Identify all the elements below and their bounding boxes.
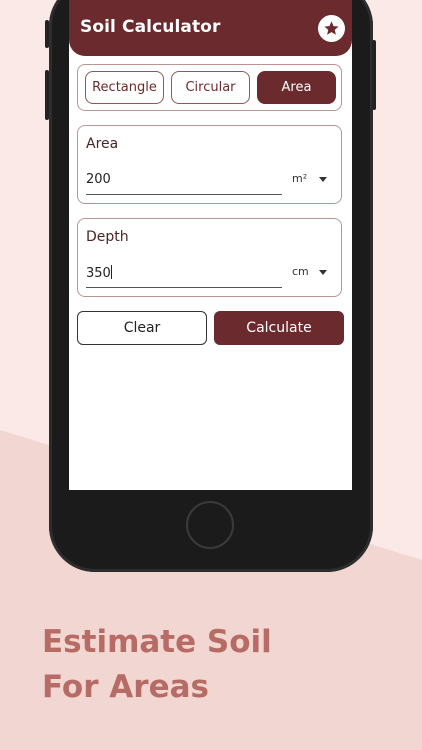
depth-unit-select[interactable]: cm: [292, 265, 309, 278]
app-bar: Soil Calculator: [69, 0, 352, 56]
area-input-underline: [86, 194, 282, 195]
phone-side-button: [372, 40, 376, 110]
headline-line-2: For Areas: [42, 669, 209, 705]
area-input[interactable]: 200: [86, 172, 111, 187]
shape-tabs: Rectangle Circular Area: [77, 64, 342, 111]
app-title: Soil Calculator: [80, 17, 221, 37]
headline-line-1: Estimate Soil: [42, 624, 272, 660]
tab-area[interactable]: Area: [257, 71, 336, 104]
promo-headline: Estimate Soil For Areas: [42, 620, 272, 710]
clear-button[interactable]: Clear: [77, 311, 207, 345]
tab-rectangle[interactable]: Rectangle: [85, 71, 164, 104]
area-label: Area: [86, 136, 119, 152]
depth-input-wrap[interactable]: 350: [86, 265, 112, 281]
depth-input[interactable]: 350: [86, 266, 111, 281]
star-icon: [324, 21, 339, 35]
depth-card: Depth 350 cm: [77, 218, 342, 297]
phone-side-button: [45, 70, 49, 120]
area-unit-select[interactable]: m²: [292, 172, 307, 185]
calculate-button[interactable]: Calculate: [214, 311, 344, 345]
depth-label: Depth: [86, 229, 129, 245]
phone-side-button: [45, 20, 49, 48]
home-button[interactable]: [186, 501, 234, 549]
favorite-button[interactable]: [318, 15, 345, 42]
text-cursor: [110, 265, 112, 279]
area-card: Area 200 m²: [77, 125, 342, 204]
tab-circular[interactable]: Circular: [171, 71, 250, 104]
chevron-down-icon[interactable]: [319, 177, 327, 182]
chevron-down-icon[interactable]: [319, 270, 327, 275]
depth-input-underline: [86, 287, 282, 288]
app-screen: Soil Calculator Rectangle Circular Area …: [69, 0, 352, 490]
